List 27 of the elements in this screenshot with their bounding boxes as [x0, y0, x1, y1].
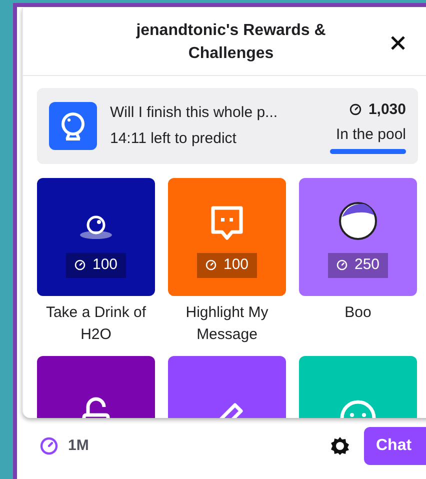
reward-tile[interactable]: 100 — [168, 178, 286, 296]
channel-points-icon — [74, 259, 86, 271]
reward-label: Take a Drink of H2O — [44, 303, 148, 345]
crystal-ball-icon — [59, 111, 87, 141]
reward-tile[interactable]: 100 — [37, 178, 155, 296]
chat-bubble-icon — [210, 204, 244, 240]
reward-label: Highlight My Message — [184, 303, 270, 345]
pool-label: In the pool — [336, 125, 406, 145]
reward-cost: 100 — [223, 254, 249, 275]
reward-label: Boo — [344, 303, 372, 323]
channel-points-icon — [349, 103, 362, 116]
pool-points: 1,030 — [368, 100, 406, 120]
reward-cost: 100 — [92, 254, 118, 275]
close-icon — [390, 35, 406, 51]
points-balance[interactable]: 1M — [68, 434, 89, 458]
channel-points-icon — [205, 259, 218, 271]
prediction-time-left: 14:11 left to predict — [110, 129, 238, 149]
settings-icon — [330, 436, 350, 456]
reward-tile[interactable]: 250 — [299, 178, 417, 296]
prediction-card[interactable]: Will I finish this whole p... 14:11 left to predict 1,030 In the pool — [37, 88, 418, 164]
channel-points-icon — [336, 259, 348, 271]
popup-title: jenandtonic's Rewards & Challenges — [135, 20, 327, 64]
chat-button[interactable]: Chat — [364, 427, 426, 465]
reward-cost: 250 — [354, 254, 380, 275]
emote-icon — [338, 200, 378, 240]
channel-points-icon — [39, 436, 59, 456]
prediction-question: Will I finish this whole p... — [110, 102, 279, 122]
